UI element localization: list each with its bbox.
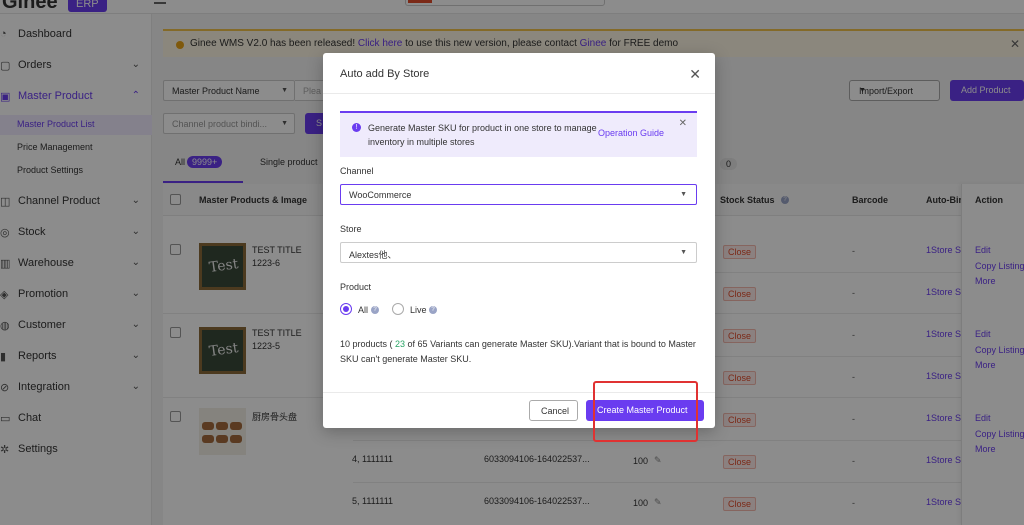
info-alert: ! Generate Master SKU for product in one… <box>340 111 697 157</box>
chevron-down-icon: ▼ <box>680 249 687 256</box>
help-icon: ? <box>371 306 379 314</box>
close-icon[interactable]: ✕ <box>679 118 687 129</box>
radio-label: Live <box>410 305 427 315</box>
chevron-down-icon: ▼ <box>680 191 687 198</box>
summary-text: 10 products ( <box>340 339 396 349</box>
info-icon: ! <box>352 123 361 132</box>
select-value: Alextes他、 <box>349 250 397 260</box>
help-icon: ? <box>429 306 437 314</box>
operation-guide-link[interactable]: Operation Guide <box>598 128 664 138</box>
select-value: WooCommerce <box>349 190 412 200</box>
auto-add-by-store-dialog: Auto add By Store ✕ ! Generate Master SK… <box>323 53 715 428</box>
highlight-box <box>593 381 698 442</box>
product-label: Product <box>340 282 372 292</box>
channel-label: Channel <box>340 166 374 176</box>
close-icon[interactable]: ✕ <box>689 66 701 83</box>
radio-label: All <box>358 305 369 315</box>
store-label: Store <box>340 224 362 234</box>
variant-summary: 10 products ( 23 of 65 Variants can gene… <box>340 337 700 367</box>
cancel-button[interactable]: Cancel <box>529 400 578 421</box>
button-label: Cancel <box>541 406 570 416</box>
info-text: Generate Master SKU for product in one s… <box>368 123 597 147</box>
store-select[interactable]: Alextes他、 ▼ <box>340 242 697 263</box>
product-live-radio[interactable] <box>392 303 404 315</box>
channel-select[interactable]: WooCommerce ▼ <box>340 184 697 205</box>
variant-count: 23 <box>395 339 406 349</box>
divider <box>323 93 715 94</box>
dialog-title: Auto add By Store <box>340 68 430 80</box>
product-all-radio[interactable] <box>340 303 352 315</box>
